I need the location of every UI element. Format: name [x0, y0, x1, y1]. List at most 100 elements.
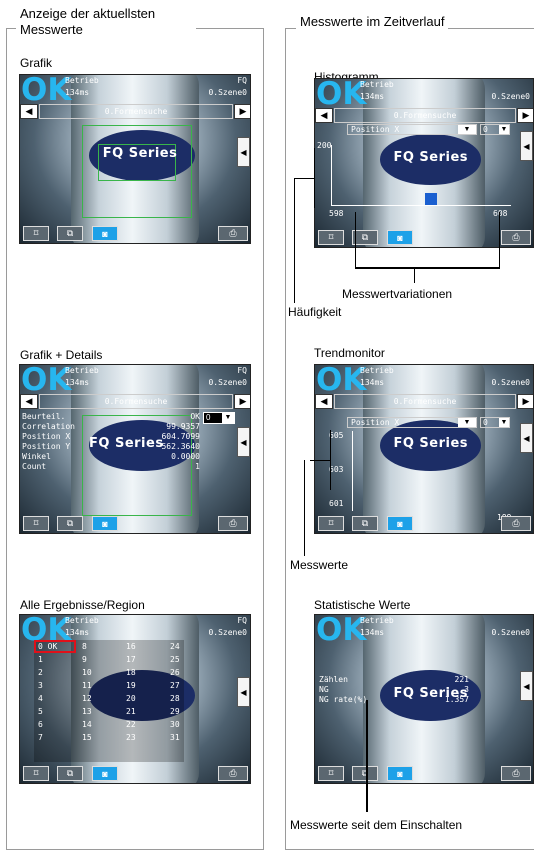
side-panel-tab[interactable]: ◀ — [237, 677, 250, 707]
side-panel-tab[interactable]: ◀ — [237, 137, 250, 167]
grid-item-selected[interactable]: 0 OK — [38, 642, 57, 651]
grid-item[interactable]: 28 — [170, 694, 180, 703]
nav-bar: ◀ 0.Formensuche ▶ — [315, 394, 533, 409]
grid-item[interactable]: 31 — [170, 733, 180, 742]
grid-item[interactable]: 19 — [126, 681, 136, 690]
grid-item[interactable]: 22 — [126, 720, 136, 729]
item-dropdown[interactable]: Position X ▼ — [347, 417, 477, 428]
grid-item[interactable]: 17 — [126, 655, 136, 664]
grid-item[interactable]: 11 — [82, 681, 92, 690]
print-button[interactable]: ⎙ — [501, 516, 531, 531]
nav-next-button[interactable]: ▶ — [234, 394, 250, 409]
grid-item[interactable]: 15 — [82, 733, 92, 742]
camera-button[interactable]: ◙ — [92, 226, 118, 241]
print-button[interactable]: ⎙ — [218, 516, 248, 531]
result-ok: OK — [316, 364, 367, 398]
camera-button[interactable]: ◙ — [387, 766, 413, 781]
grid-item[interactable]: 2 — [38, 668, 43, 677]
callout-line — [310, 460, 330, 461]
frame-button[interactable]: ⌑ — [318, 516, 344, 531]
stats-row: Zählen 221 — [319, 675, 469, 685]
side-panel-tab[interactable]: ◀ — [520, 423, 533, 453]
grafik-details-label: Grafik + Details — [20, 348, 103, 362]
stats-name: Zählen — [319, 675, 348, 684]
grid-item[interactable]: 21 — [126, 707, 136, 716]
result-ok: OK — [21, 364, 72, 398]
bottle-label-text: FQ Series — [393, 435, 469, 451]
zoom-button[interactable]: ⧉ — [352, 516, 378, 531]
grid-item[interactable]: 13 — [82, 707, 92, 716]
grid-item[interactable]: 7 — [38, 733, 43, 742]
grid-item[interactable]: 29 — [170, 707, 180, 716]
item-dropdown[interactable]: Position X ▼ — [347, 124, 477, 135]
zoom-button[interactable]: ⧉ — [352, 766, 378, 781]
grid-item[interactable]: 3 — [38, 681, 43, 690]
frame-button[interactable]: ⌑ — [23, 226, 49, 241]
grid-item[interactable]: 12 — [82, 694, 92, 703]
grid-item[interactable]: 5 — [38, 707, 43, 716]
nav-next-button[interactable]: ▶ — [517, 394, 533, 409]
toolbar: ⌑ ⧉ ◙ ⎙ — [20, 765, 250, 783]
grid-item[interactable]: 20 — [126, 694, 136, 703]
grid-item[interactable]: 9 — [82, 655, 87, 664]
nav-prev-button[interactable]: ◀ — [315, 108, 333, 123]
callout-bracket — [355, 267, 500, 269]
product-text: FQ — [237, 366, 247, 375]
details-select[interactable]: 0 ▼ — [203, 412, 235, 424]
camera-button[interactable]: ◙ — [387, 516, 413, 531]
side-panel-tab[interactable]: ◀ — [520, 131, 533, 161]
frame-button[interactable]: ⌑ — [318, 230, 344, 245]
print-button[interactable]: ⎙ — [218, 766, 248, 781]
time-value: 134ms — [360, 378, 385, 387]
select-box[interactable]: 0 ▼ — [480, 417, 510, 428]
details-row: Correlation 99.9357 — [22, 422, 200, 432]
grid-item[interactable]: 18 — [126, 668, 136, 677]
camera-button[interactable]: ◙ — [387, 230, 413, 245]
grid-item[interactable]: 25 — [170, 655, 180, 664]
alle-screen: OK Betrieb 134ms FQ 0.Szene0 0 OK 1 2 3 … — [19, 614, 251, 784]
zoom-button[interactable]: ⧉ — [57, 516, 83, 531]
status-text: Betrieb — [360, 366, 394, 375]
statistik-label: Statistische Werte — [314, 598, 411, 612]
grid-item[interactable]: 6 — [38, 720, 43, 729]
trend-y-tick: 603 — [329, 465, 344, 474]
side-panel-tab[interactable]: ◀ — [237, 427, 250, 457]
stats-value: 3 — [464, 685, 469, 694]
product-text: FQ — [237, 76, 247, 85]
print-button[interactable]: ⎙ — [501, 230, 531, 245]
nav-prev-button[interactable]: ◀ — [20, 394, 38, 409]
grid-item[interactable]: 23 — [126, 733, 136, 742]
nav-title: 0.Formensuche — [334, 394, 516, 409]
camera-button[interactable]: ◙ — [92, 516, 118, 531]
grid-item[interactable]: 10 — [82, 668, 92, 677]
callout-messwerte-einschalten: Messwerte seit dem Einschalten — [290, 818, 463, 832]
grid-item[interactable]: 4 — [38, 694, 43, 703]
print-button[interactable]: ⎙ — [501, 766, 531, 781]
zoom-button[interactable]: ⧉ — [57, 766, 83, 781]
grid-item[interactable]: 26 — [170, 668, 180, 677]
grid-item[interactable]: 14 — [82, 720, 92, 729]
nav-prev-button[interactable]: ◀ — [20, 104, 38, 119]
status-text: Betrieb — [65, 616, 99, 625]
camera-button[interactable]: ◙ — [92, 766, 118, 781]
grid-item[interactable]: 24 — [170, 642, 180, 651]
frame-button[interactable]: ⌑ — [23, 766, 49, 781]
frame-button[interactable]: ⌑ — [23, 516, 49, 531]
status-text: Betrieb — [65, 366, 99, 375]
zoom-button[interactable]: ⧉ — [57, 226, 83, 241]
nav-next-button[interactable]: ▶ — [517, 108, 533, 123]
grid-item[interactable]: 8 — [82, 642, 87, 651]
nav-prev-button[interactable]: ◀ — [315, 394, 333, 409]
grid-item[interactable]: 27 — [170, 681, 180, 690]
details-name: Beurteil. — [22, 412, 66, 421]
bottle-label-text: FQ Series — [102, 145, 178, 161]
nav-next-button[interactable]: ▶ — [234, 104, 250, 119]
side-panel-tab[interactable]: ◀ — [520, 671, 533, 701]
time-value: 134ms — [360, 92, 385, 101]
select-box[interactable]: 0 ▼ — [480, 124, 510, 135]
grid-item[interactable]: 16 — [126, 642, 136, 651]
frame-button[interactable]: ⌑ — [318, 766, 344, 781]
grid-item[interactable]: 1 — [38, 655, 43, 664]
print-button[interactable]: ⎙ — [218, 226, 248, 241]
grid-item[interactable]: 30 — [170, 720, 180, 729]
